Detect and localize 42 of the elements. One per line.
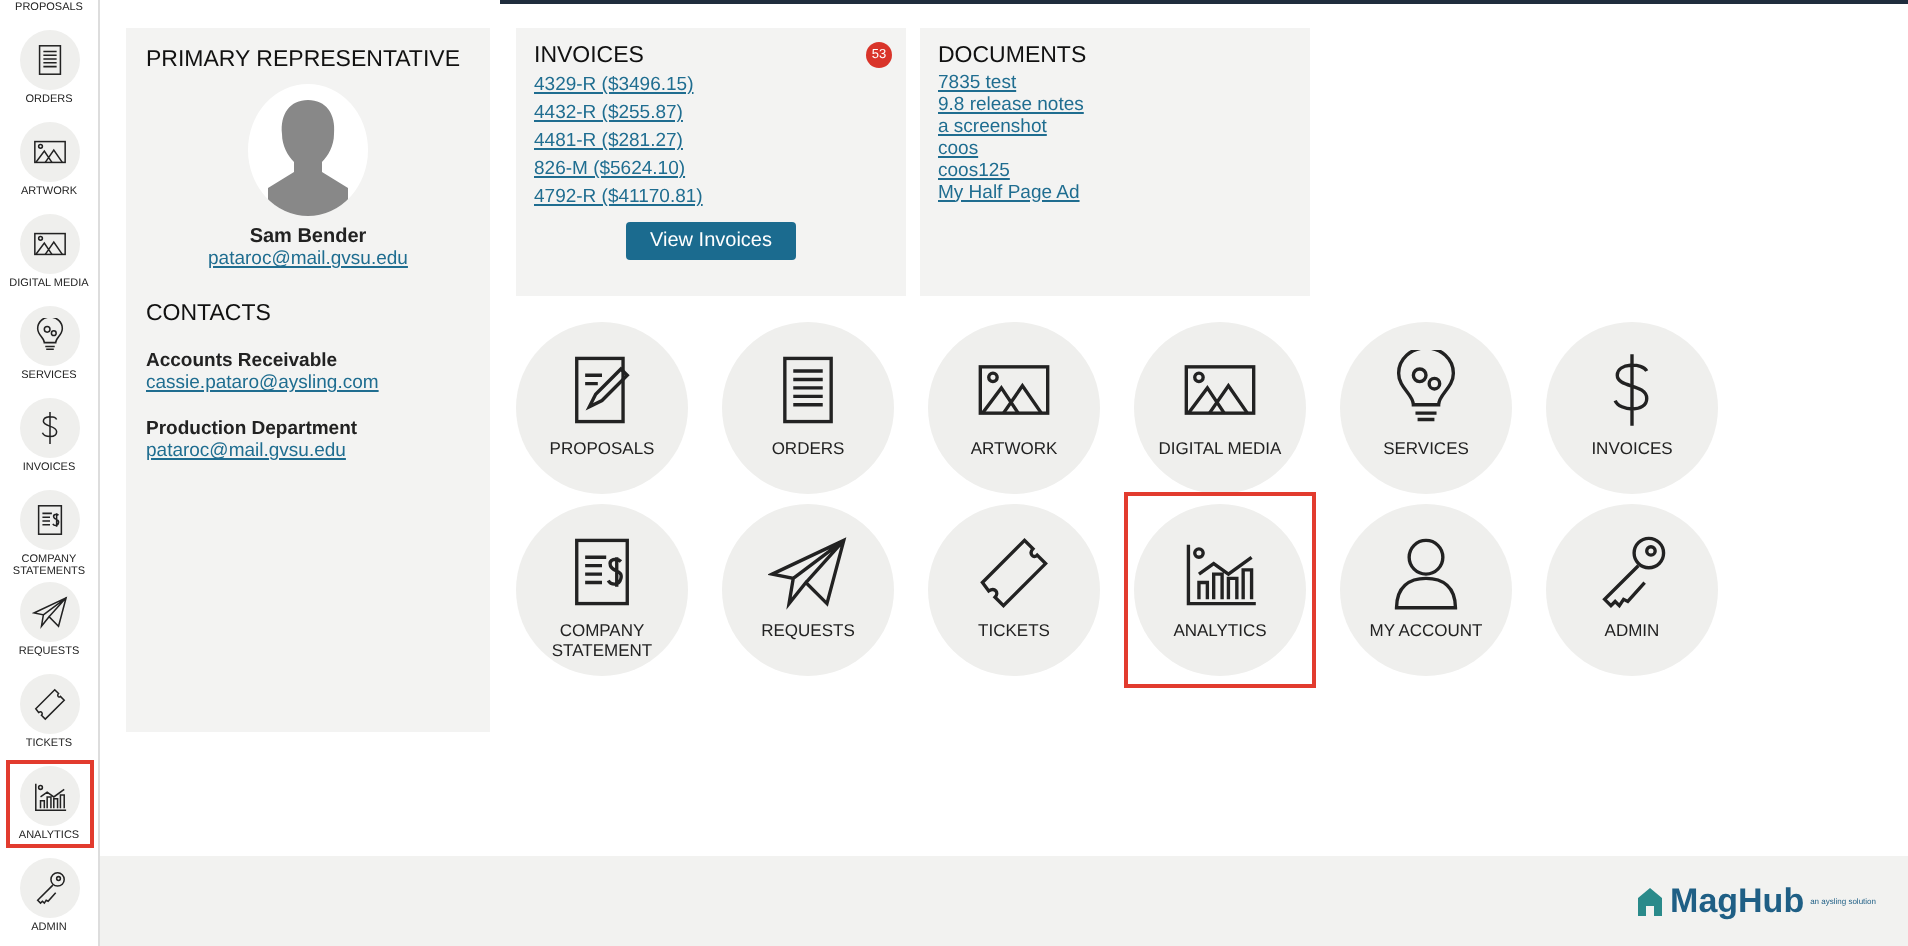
section-heading: INVOICES	[534, 44, 644, 68]
view-invoices-button[interactable]: View Invoices	[626, 222, 796, 260]
menu-tile[interactable]: PROPOSALS	[516, 322, 688, 494]
document-link[interactable]: coos	[938, 137, 1292, 159]
invoice-link[interactable]: 4329-R ($3496.15)	[534, 74, 888, 96]
menu-tile[interactable]: SERVICES	[1340, 322, 1512, 494]
paper-plane-icon	[31, 594, 67, 630]
invoice-link[interactable]: 826-M ($5624.10)	[534, 158, 888, 180]
invoice-link[interactable]: 4481-R ($281.27)	[534, 130, 888, 152]
menu-tile[interactable]: ORDERS	[722, 322, 894, 494]
lightbulb-gears-icon	[31, 318, 67, 354]
key-icon	[31, 870, 67, 906]
representative-name: Sam Bender	[247, 226, 369, 248]
contact-role: Production Department	[146, 418, 360, 440]
invoice-link[interactable]: 4792-R ($41170.81)	[534, 186, 888, 208]
house-icon	[1636, 885, 1665, 917]
document-link[interactable]: a screenshot	[938, 115, 1292, 137]
section-heading: DOCUMENTS	[938, 44, 1087, 68]
ticket-icon	[974, 532, 1054, 612]
menu-tile[interactable]: INVOICES	[1546, 322, 1718, 494]
bar-chart-icon	[31, 778, 67, 814]
paper-plane-icon	[768, 532, 848, 612]
email-link[interactable]: cassie.pataro@aysling.com	[146, 372, 470, 394]
document-link[interactable]: 7835 test	[938, 71, 1292, 93]
section-heading: PRIMARY REPRESENTATIVE	[146, 48, 460, 72]
menu-tile[interactable]: COMPANY STATEMENT	[516, 504, 688, 676]
invoice-link[interactable]: 4432-R ($255.87)	[534, 102, 888, 124]
menu-tile[interactable]: ADMIN	[1546, 504, 1718, 676]
menu-tile[interactable]: REQUESTS	[722, 504, 894, 676]
email-link[interactable]: pataroc@mail.gvsu.edu	[146, 248, 470, 270]
contact-role: Accounts Receivable	[146, 350, 340, 372]
menu-tile[interactable]: DIGITAL MEDIA	[1134, 322, 1306, 494]
menu-tile[interactable]: TICKETS	[928, 504, 1100, 676]
ticket-icon	[31, 686, 67, 722]
menu-tile[interactable]: ANALYTICS	[1134, 504, 1306, 676]
document-link[interactable]: coos125	[938, 159, 1292, 181]
menu-tile[interactable]: ARTWORK	[928, 322, 1100, 494]
document-link[interactable]: My Half Page Ad	[938, 181, 1292, 203]
section-heading: CONTACTS	[146, 302, 271, 326]
email-link[interactable]: pataroc@mail.gvsu.edu	[146, 440, 470, 462]
menu-tile[interactable]: MY ACCOUNT	[1340, 504, 1512, 676]
document-link[interactable]: 9.8 release notes	[938, 93, 1292, 115]
